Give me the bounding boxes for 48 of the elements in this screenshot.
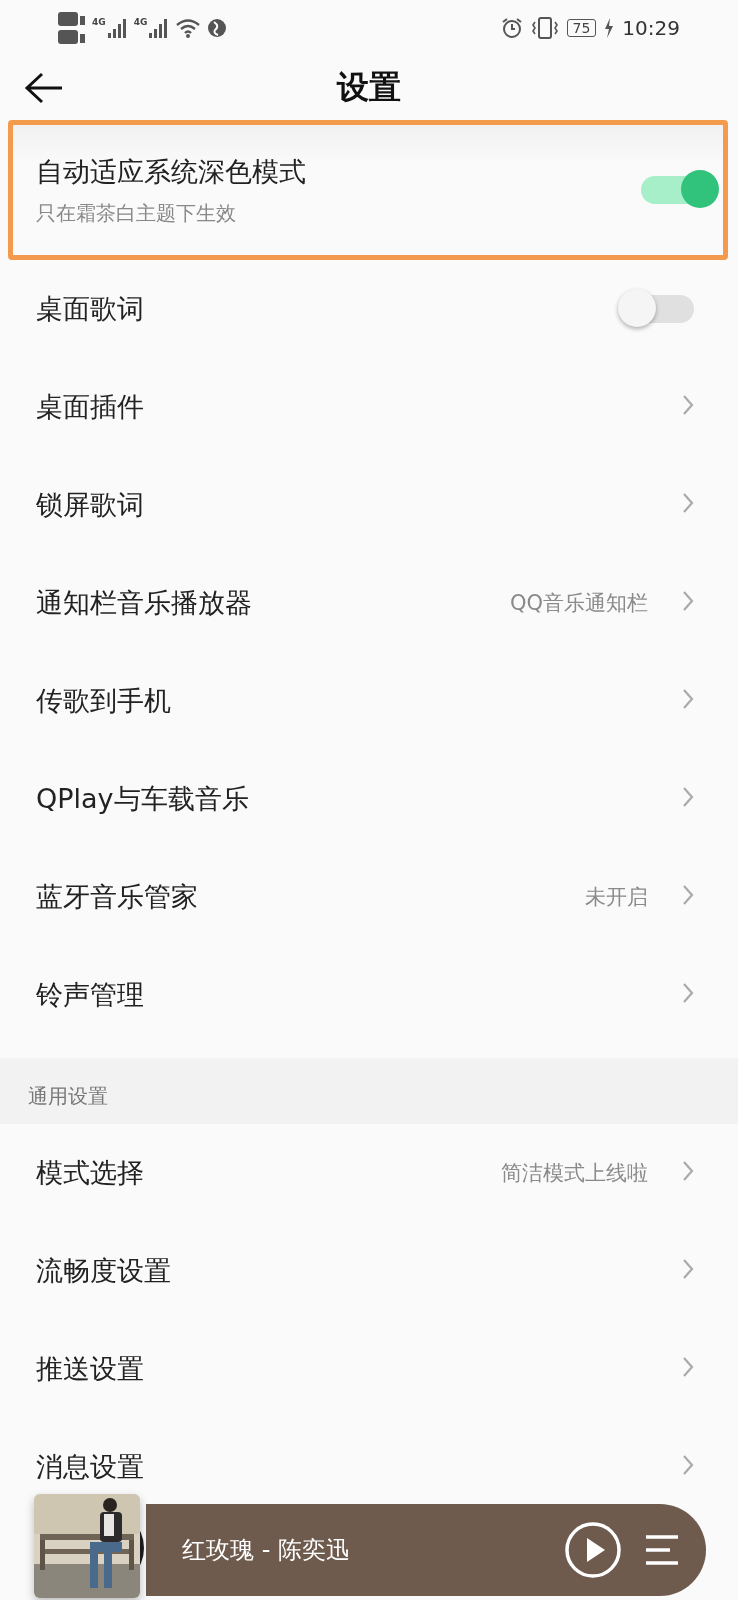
setting-label[interactable]: 推送设置 xyxy=(36,1351,144,1387)
chevron-right-icon xyxy=(682,884,694,906)
chevron-right-icon xyxy=(682,982,694,1004)
setting-label[interactable]: 模式选择 xyxy=(36,1155,144,1191)
network-type: 4G xyxy=(133,17,148,27)
globe-icon xyxy=(207,18,228,38)
alarm-icon xyxy=(500,17,523,39)
setting-value: 简洁模式上线啦 xyxy=(501,1160,648,1187)
setting-label[interactable]: 传歌到手机 xyxy=(36,683,171,719)
back-arrow-icon xyxy=(24,72,64,104)
hd-icon xyxy=(58,12,86,26)
chevron-right-icon xyxy=(682,394,694,416)
chevron-right-icon xyxy=(682,590,694,612)
hd-icon xyxy=(58,30,86,44)
setting-label: 自动适应系统深色模式 xyxy=(36,154,306,189)
setting-label[interactable]: QPlay与车载音乐 xyxy=(36,781,249,817)
setting-value: QQ音乐通知栏 xyxy=(509,590,648,617)
setting-label[interactable]: 锁屏歌词 xyxy=(36,487,144,523)
chevron-right-icon xyxy=(682,1258,694,1280)
clock-time: 10:29 xyxy=(622,16,680,40)
mini-player-bar[interactable]: 红玫瑰 - 陈奕迅 xyxy=(146,1504,706,1596)
vibrate-icon xyxy=(530,16,559,40)
setting-description: 只在霜茶白主题下生效 xyxy=(36,199,237,227)
play-icon xyxy=(564,1521,622,1579)
chevron-right-icon xyxy=(682,786,694,808)
battery-level: 75 xyxy=(566,19,597,37)
section-header: 通用设置 xyxy=(28,1083,108,1110)
chevron-right-icon xyxy=(682,1160,694,1182)
signal-icon xyxy=(147,17,170,39)
chevron-right-icon xyxy=(682,1454,694,1476)
page-title: 设置 xyxy=(337,67,401,108)
track-title: 红玫瑰 - 陈奕迅 xyxy=(182,1535,350,1566)
setting-label[interactable]: 铃声管理 xyxy=(36,977,144,1013)
chevron-right-icon xyxy=(682,688,694,710)
play-button[interactable] xyxy=(564,1521,622,1579)
setting-label: 桌面歌词 xyxy=(36,292,144,326)
chevron-right-icon xyxy=(682,492,694,514)
setting-label[interactable]: 流畅度设置 xyxy=(36,1253,171,1289)
signal-icon xyxy=(105,17,128,39)
wifi-icon xyxy=(175,18,202,38)
setting-label[interactable]: 消息设置 xyxy=(36,1449,144,1485)
chevron-right-icon xyxy=(682,1356,694,1378)
network-type: 4G xyxy=(92,17,106,27)
charging-icon xyxy=(604,18,615,38)
setting-label[interactable]: 蓝牙音乐管家 xyxy=(36,879,198,915)
setting-label[interactable]: 通知栏音乐播放器 xyxy=(36,585,252,621)
setting-label[interactable]: 桌面插件 xyxy=(36,389,144,425)
setting-value: 未开启 xyxy=(585,884,648,911)
